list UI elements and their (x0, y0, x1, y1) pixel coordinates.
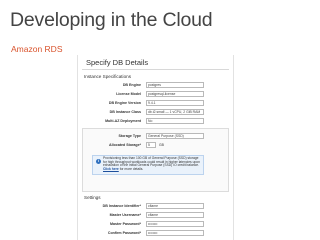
engine-version-row: DB Engine Version 9.4.1 ▾ (78, 100, 233, 108)
title-divider (82, 69, 229, 70)
settings-section-label: Settings (84, 195, 101, 200)
instance-class-select[interactable]: db.t2.small — 1 vCPU, 2 GiB RAM ▾ (146, 109, 204, 115)
storage-type-label: Storage Type (118, 134, 142, 138)
slide-title: Developing in the Cloud (10, 9, 213, 31)
instance-identifier-row: DB Instance Identifier* cfiame (78, 203, 233, 211)
allocated-storage-unit: GB (159, 143, 164, 147)
info-link[interactable]: Click here (103, 167, 119, 171)
confirm-password-input[interactable]: •••••••• (146, 230, 204, 236)
instance-identifier-label: DB Instance Identifier* (102, 204, 141, 208)
master-password-row: Master Password* •••••••• (78, 221, 233, 229)
info-icon: i (96, 159, 101, 164)
storage-type-row: Storage Type General Purpose (SSD) ▾ (78, 133, 233, 141)
info-message: Provisioning less than 100 GB of General… (103, 156, 200, 168)
multi-az-label: Multi-AZ Deployment (105, 119, 141, 123)
storage-type-select[interactable]: General Purpose (SSD) ▾ (146, 133, 204, 139)
storage-panel: Storage Type General Purpose (SSD) ▾ All… (82, 128, 229, 192)
allocated-storage-label: Allocated Storage* (109, 143, 141, 147)
engine-version-value: 9.4.1 (148, 101, 156, 105)
multi-az-row: Multi-AZ Deployment No ▾ (78, 118, 233, 126)
db-engine-field[interactable]: postgres (146, 82, 204, 88)
license-model-label: License Model (116, 92, 141, 96)
confirm-password-label: Confirm Password* (107, 231, 141, 235)
license-model-select[interactable]: postgresql-license ▾ (146, 91, 204, 97)
db-engine-label: DB Engine (122, 83, 141, 87)
slide-subtitle: Amazon RDS (11, 44, 63, 54)
master-password-input[interactable]: •••••••• (146, 221, 204, 227)
allocated-storage-row: Allocated Storage* 5 GB (78, 142, 233, 150)
rds-form-screenshot: Specify DB Details Instance Specificatio… (77, 55, 234, 240)
allocated-storage-input[interactable]: 5 (146, 142, 156, 148)
license-model-value: postgresql-license (148, 92, 176, 96)
license-model-row: License Model postgresql-license ▾ (78, 91, 233, 99)
confirm-password-row: Confirm Password* •••••••• (78, 230, 233, 238)
instance-class-label: DB Instance Class (109, 110, 141, 114)
instance-identifier-input[interactable]: cfiame (146, 203, 204, 209)
form-title: Specify DB Details (86, 58, 149, 67)
master-username-row: Master Username* cfiame (78, 212, 233, 220)
instance-section-label: Instance Specifications (84, 74, 131, 79)
master-username-label: Master Username* (109, 213, 141, 217)
instance-class-value: db.t2.small — 1 vCPU, 2 GiB RAM (148, 110, 201, 114)
multi-az-value: No (148, 119, 153, 123)
engine-version-label: DB Engine Version (108, 101, 141, 105)
engine-version-select[interactable]: 9.4.1 ▾ (146, 100, 204, 106)
master-password-label: Master Password* (110, 222, 141, 226)
db-engine-row: DB Engine postgres (78, 82, 233, 90)
instance-class-row: DB Instance Class db.t2.small — 1 vCPU, … (78, 109, 233, 117)
multi-az-select[interactable]: No ▾ (146, 118, 204, 124)
storage-info-text: Provisioning less than 100 GB of General… (103, 156, 201, 172)
storage-info-box: i Provisioning less than 100 GB of Gener… (92, 155, 204, 175)
info-link-suffix: for more details. (119, 167, 144, 172)
master-username-input[interactable]: cfiame (146, 212, 204, 218)
storage-type-value: General Purpose (SSD) (148, 134, 184, 138)
